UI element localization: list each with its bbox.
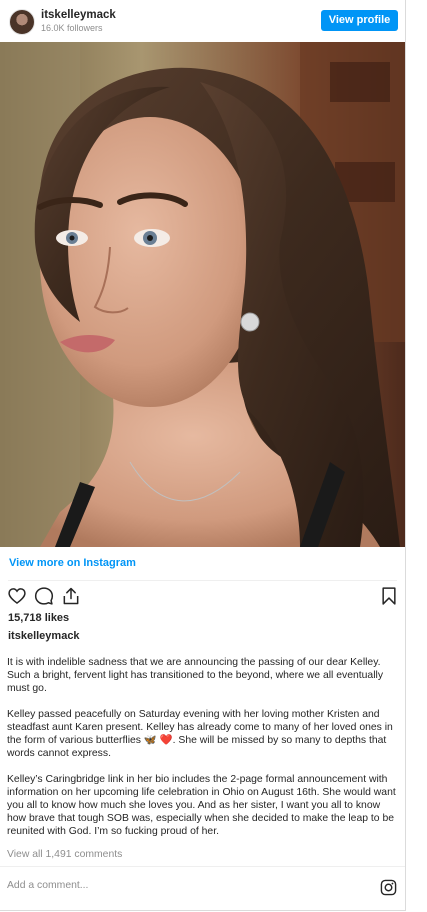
post-photo[interactable] (0, 42, 405, 547)
heart-icon[interactable] (7, 586, 27, 606)
divider (0, 866, 405, 867)
divider (8, 580, 397, 581)
header-username[interactable]: itskelleymack (41, 9, 116, 21)
view-comments-link[interactable]: View all 1,491 comments (7, 849, 122, 860)
comment-icon[interactable] (34, 586, 54, 606)
view-profile-button[interactable]: View profile (321, 10, 398, 31)
avatar[interactable] (9, 9, 35, 35)
bookmark-icon[interactable] (379, 586, 399, 606)
caption-username[interactable]: itskelleymack (8, 630, 80, 642)
caption-text: It is with indelible sadness that we are… (7, 656, 397, 838)
action-bar (7, 586, 399, 608)
instagram-embed-card: itskelleymack 16.0K followers View profi… (0, 0, 406, 911)
share-icon[interactable] (61, 586, 81, 606)
caption-paragraph: Kelley passed peacefully on Saturday eve… (7, 709, 393, 759)
caption-paragraph: It is with indelible sadness that we are… (7, 657, 384, 694)
add-comment-input[interactable]: Add a comment... (7, 880, 88, 891)
like-count[interactable]: 15,718 likes (8, 612, 69, 624)
post-header: itskelleymack 16.0K followers View profi… (0, 0, 405, 42)
instagram-icon[interactable] (380, 879, 397, 896)
portrait-image (0, 42, 405, 547)
caption-paragraph: Kelley’s Caringbridge link in her bio in… (7, 774, 396, 837)
view-more-link[interactable]: View more on Instagram (9, 557, 136, 569)
follower-count: 16.0K followers (41, 23, 103, 33)
